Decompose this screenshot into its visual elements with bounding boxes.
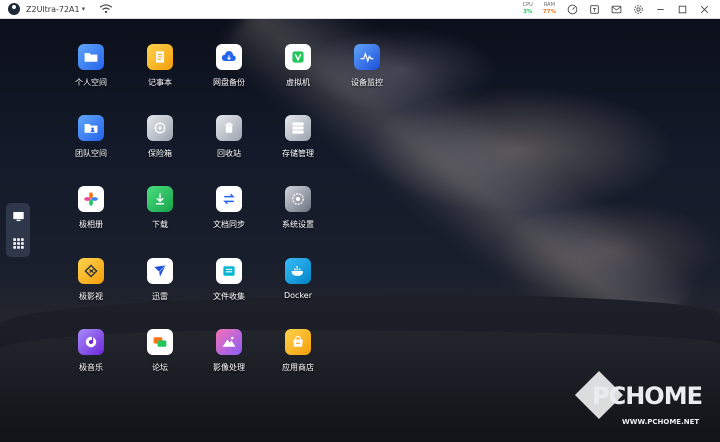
image-processing-icon (216, 329, 242, 355)
virtual-machine-icon (285, 44, 311, 70)
app-photos[interactable]: 极相册 (61, 186, 121, 230)
speedometer-icon[interactable] (566, 3, 578, 15)
app-app-store[interactable]: 应用商店 (268, 329, 328, 373)
desktop-icon[interactable] (12, 210, 25, 223)
app-virtual-machine[interactable]: 虚拟机 (268, 44, 328, 88)
storage-icon (285, 115, 311, 141)
app-grid-icon[interactable] (12, 237, 25, 250)
ram-usage: RAM 77% (543, 2, 556, 16)
folder-icon (78, 44, 104, 70)
safe-icon (147, 115, 173, 141)
app-doc-sync[interactable]: 文档同步 (199, 186, 259, 230)
app-docker[interactable]: Docker (268, 258, 328, 300)
app-safe[interactable]: 保险箱 (130, 115, 190, 159)
left-dock (6, 203, 30, 257)
team-folder-icon (78, 115, 104, 141)
cpu-value: 3% (523, 9, 533, 15)
app-download[interactable]: 下载 (130, 186, 190, 230)
app-label: 文档同步 (213, 220, 245, 229)
watermark-url: WWW.PCHOME.NET (622, 418, 700, 426)
app-label: 迅雷 (152, 292, 168, 301)
music-icon (78, 329, 104, 355)
app-label: 下载 (152, 220, 168, 229)
app-label: 回收站 (217, 149, 241, 158)
app-label: 文件收集 (213, 292, 245, 301)
app-label: 影像处理 (213, 363, 245, 372)
app-system-settings[interactable]: 系统设置 (268, 186, 328, 230)
app-label: 网盘备份 (213, 78, 245, 87)
app-team-space[interactable]: 团队空间 (61, 115, 121, 159)
app-label: 记事本 (148, 78, 172, 87)
app-label: 系统设置 (282, 220, 314, 229)
gear-icon[interactable] (632, 3, 644, 15)
cpu-usage: CPU 3% (523, 2, 533, 16)
pchome-watermark: PCHOME WWW.PCHOME.NET (574, 370, 715, 432)
app-label: 论坛 (152, 363, 168, 372)
ram-value: 77% (542, 9, 556, 15)
forum-icon (147, 329, 173, 355)
app-video[interactable]: 极影视 (61, 258, 121, 302)
app-personal-space[interactable]: 个人空间 (61, 44, 121, 88)
app-label: 虚拟机 (286, 78, 310, 87)
cpu-label: CPU (522, 2, 533, 8)
docker-icon (285, 258, 311, 284)
app-label: 极音乐 (79, 363, 103, 372)
app-label: 设备监控 (351, 78, 383, 87)
mail-icon[interactable] (610, 3, 622, 15)
app-thunder[interactable]: 迅雷 (130, 258, 190, 302)
app-label: 存储管理 (282, 149, 314, 158)
trash-icon (216, 115, 242, 141)
monitor-chart-icon (354, 44, 380, 70)
wifi-icon[interactable] (99, 3, 113, 15)
notepad-icon (147, 44, 173, 70)
chevron-down-icon[interactable]: ▾ (82, 5, 86, 13)
app-image-processing[interactable]: 影像处理 (199, 329, 259, 373)
app-label: Docker (283, 291, 312, 300)
app-label: 极相册 (79, 220, 103, 229)
app-label: 保险箱 (148, 149, 172, 158)
app-device-monitor[interactable]: 设备监控 (337, 44, 397, 88)
maximize-icon[interactable] (676, 3, 688, 15)
app-label: 极影视 (79, 292, 103, 301)
app-forum[interactable]: 论坛 (130, 329, 190, 373)
cloud-backup-icon (216, 44, 242, 70)
top-bar: Z2Ultra-72A1 ▾ CPU 3% RAM 77% (0, 0, 720, 19)
app-notepad[interactable]: 记事本 (130, 44, 190, 88)
close-icon[interactable] (698, 3, 710, 15)
screenshot-icon[interactable] (588, 3, 600, 15)
app-store-icon (285, 329, 311, 355)
sync-icon (216, 186, 242, 212)
app-recycle-bin[interactable]: 回收站 (199, 115, 259, 159)
photos-icon (78, 186, 104, 212)
settings-icon (285, 186, 311, 212)
app-label: 应用商店 (282, 363, 314, 372)
watermark-brand: PCHOME (592, 382, 703, 410)
download-icon (147, 186, 173, 212)
app-music[interactable]: 极音乐 (61, 329, 121, 373)
app-label: 团队空间 (75, 149, 107, 158)
app-cloud-backup[interactable]: 网盘备份 (199, 44, 259, 88)
video-icon (78, 258, 104, 284)
thunder-icon (147, 258, 173, 284)
app-file-collect[interactable]: 文件收集 (199, 258, 259, 302)
file-collect-icon (216, 258, 242, 284)
ram-label: RAM (543, 2, 555, 8)
minimize-icon[interactable] (654, 3, 666, 15)
device-name[interactable]: Z2Ultra-72A1 (26, 5, 80, 14)
app-label: 个人空间 (75, 78, 107, 87)
app-storage-manager[interactable]: 存储管理 (268, 115, 328, 159)
user-avatar-icon[interactable] (8, 3, 20, 15)
